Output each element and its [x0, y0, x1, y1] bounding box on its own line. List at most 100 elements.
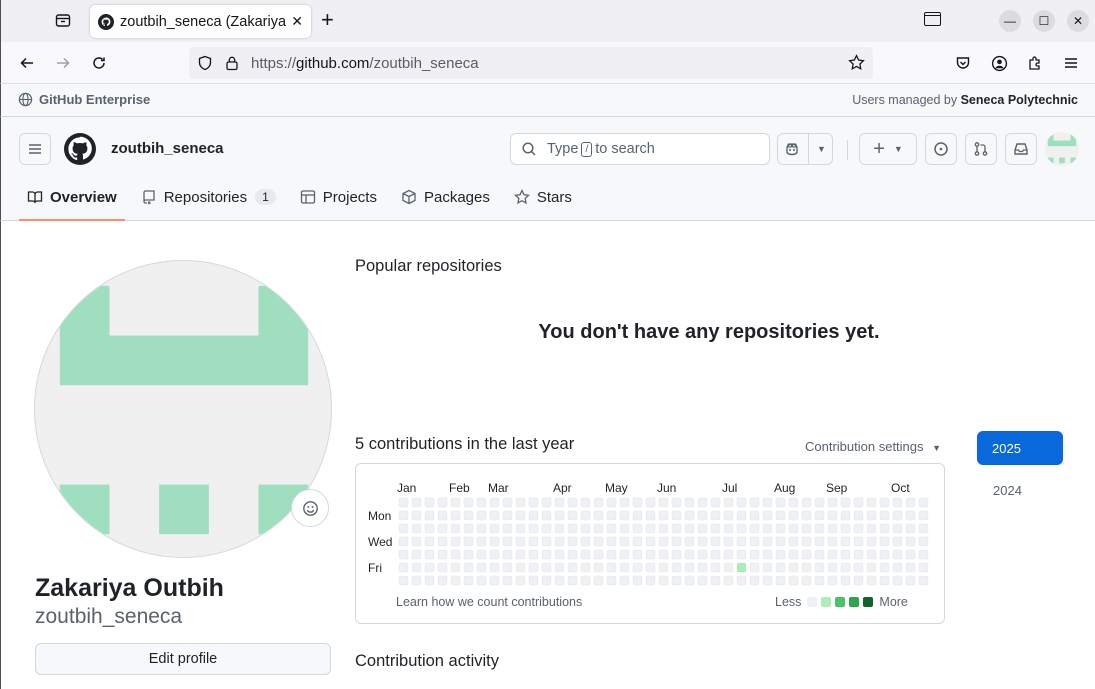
contribution-day-cell[interactable] [450, 536, 461, 547]
contribution-day-cell[interactable] [866, 523, 877, 534]
contribution-day-cell[interactable] [710, 536, 721, 547]
contribution-day-cell[interactable] [541, 497, 552, 508]
contribution-day-cell[interactable] [814, 536, 825, 547]
contribution-day-cell[interactable] [515, 523, 526, 534]
contribution-day-cell[interactable] [424, 549, 435, 560]
contribution-day-cell[interactable] [502, 536, 513, 547]
bookmark-star-icon[interactable] [848, 54, 865, 76]
contribution-day-cell[interactable] [671, 497, 682, 508]
contribution-day-cell[interactable] [697, 536, 708, 547]
contribution-day-cell[interactable] [541, 562, 552, 573]
new-tab-icon[interactable]: + [321, 9, 334, 31]
contribution-day-cell[interactable] [710, 549, 721, 560]
contribution-day-cell[interactable] [567, 536, 578, 547]
copilot-dropdown-icon[interactable]: ▼ [817, 144, 826, 154]
contribution-day-cell[interactable] [632, 562, 643, 573]
lock-icon[interactable] [224, 55, 240, 76]
contribution-day-cell[interactable] [710, 497, 721, 508]
contribution-day-cell[interactable] [424, 523, 435, 534]
create-new-button[interactable]: + ▼ [859, 133, 917, 165]
contribution-day-cell[interactable] [658, 549, 669, 560]
contribution-day-cell[interactable] [632, 510, 643, 521]
contribution-day-cell[interactable] [619, 536, 630, 547]
contribution-day-cell[interactable] [424, 575, 435, 586]
contribution-day-cell[interactable] [749, 510, 760, 521]
contribution-day-cell[interactable] [801, 497, 812, 508]
contribution-day-cell[interactable] [918, 510, 929, 521]
contribution-day-cell[interactable] [853, 536, 864, 547]
contribution-day-cell[interactable] [905, 497, 916, 508]
contribution-day-cell[interactable] [866, 562, 877, 573]
contribution-day-cell[interactable] [918, 497, 929, 508]
contribution-day-cell[interactable] [658, 536, 669, 547]
contribution-day-cell[interactable] [463, 549, 474, 560]
contribution-day-cell[interactable] [710, 562, 721, 573]
contribution-day-cell[interactable] [918, 575, 929, 586]
contribution-day-cell[interactable] [749, 575, 760, 586]
contribution-day-cell[interactable] [892, 562, 903, 573]
github-logo-icon[interactable] [64, 133, 96, 165]
contribution-day-cell[interactable] [853, 523, 864, 534]
contribution-day-cell[interactable] [723, 510, 734, 521]
contribution-day-cell[interactable] [463, 497, 474, 508]
contribution-day-cell[interactable] [749, 536, 760, 547]
contribution-day-cell[interactable] [892, 575, 903, 586]
contribution-day-cell[interactable] [736, 510, 747, 521]
contribution-day-cell[interactable] [775, 562, 786, 573]
contribution-day-cell[interactable] [671, 523, 682, 534]
contribution-day-cell[interactable] [736, 549, 747, 560]
tab-packages[interactable]: Packages [393, 177, 498, 217]
contribution-day-cell[interactable] [762, 523, 773, 534]
contribution-day-cell[interactable] [541, 510, 552, 521]
contribution-day-cell[interactable] [606, 549, 617, 560]
contribution-day-cell[interactable] [892, 523, 903, 534]
contribution-day-cell[interactable] [879, 523, 890, 534]
minimize-icon[interactable]: — [999, 10, 1021, 32]
contribution-day-cell[interactable] [866, 575, 877, 586]
contribution-day-cell[interactable] [450, 523, 461, 534]
contribution-day-cell[interactable] [593, 575, 604, 586]
contribution-day-cell[interactable] [775, 575, 786, 586]
contribution-day-cell[interactable] [671, 562, 682, 573]
contribution-day-cell[interactable] [684, 562, 695, 573]
contribution-day-cell[interactable] [437, 536, 448, 547]
contribution-day-cell[interactable] [554, 562, 565, 573]
contribution-day-cell[interactable] [775, 536, 786, 547]
close-window-icon[interactable]: ✕ [1067, 10, 1089, 32]
contribution-day-cell[interactable] [788, 562, 799, 573]
contribution-day-cell[interactable] [853, 497, 864, 508]
contribution-day-cell[interactable] [775, 497, 786, 508]
contribution-day-cell[interactable] [671, 549, 682, 560]
contribution-day-cell[interactable] [879, 549, 890, 560]
edit-profile-button[interactable]: Edit profile [35, 643, 331, 675]
contribution-day-cell[interactable] [658, 497, 669, 508]
contribution-day-cell[interactable] [775, 549, 786, 560]
contribution-day-cell[interactable] [723, 497, 734, 508]
contribution-day-cell[interactable] [671, 510, 682, 521]
contribution-day-cell[interactable] [606, 523, 617, 534]
contribution-day-cell[interactable] [840, 562, 851, 573]
contribution-day-cell[interactable] [476, 523, 487, 534]
contribution-day-cell[interactable] [723, 536, 734, 547]
contribution-day-cell[interactable] [827, 536, 838, 547]
contribution-day-cell[interactable] [619, 523, 630, 534]
account-icon[interactable] [988, 52, 1010, 74]
contribution-day-cell[interactable] [580, 510, 591, 521]
contribution-day-cell[interactable] [411, 536, 422, 547]
contribution-day-cell[interactable] [840, 536, 851, 547]
contribution-day-cell[interactable] [619, 497, 630, 508]
contribution-day-cell[interactable] [515, 575, 526, 586]
contribution-day-cell[interactable] [606, 510, 617, 521]
contribution-day-cell[interactable] [749, 523, 760, 534]
contribution-day-cell[interactable] [684, 497, 695, 508]
window-tabs-icon[interactable] [924, 12, 941, 26]
contribution-day-cell[interactable] [879, 536, 890, 547]
contribution-day-cell[interactable] [749, 549, 760, 560]
contribution-day-cell[interactable] [918, 523, 929, 534]
set-status-button[interactable] [291, 489, 329, 527]
contribution-day-cell[interactable] [892, 510, 903, 521]
contribution-day-cell[interactable] [762, 549, 773, 560]
contribution-day-cell[interactable] [775, 523, 786, 534]
contribution-day-cell[interactable] [606, 497, 617, 508]
contribution-day-cell[interactable] [502, 562, 513, 573]
